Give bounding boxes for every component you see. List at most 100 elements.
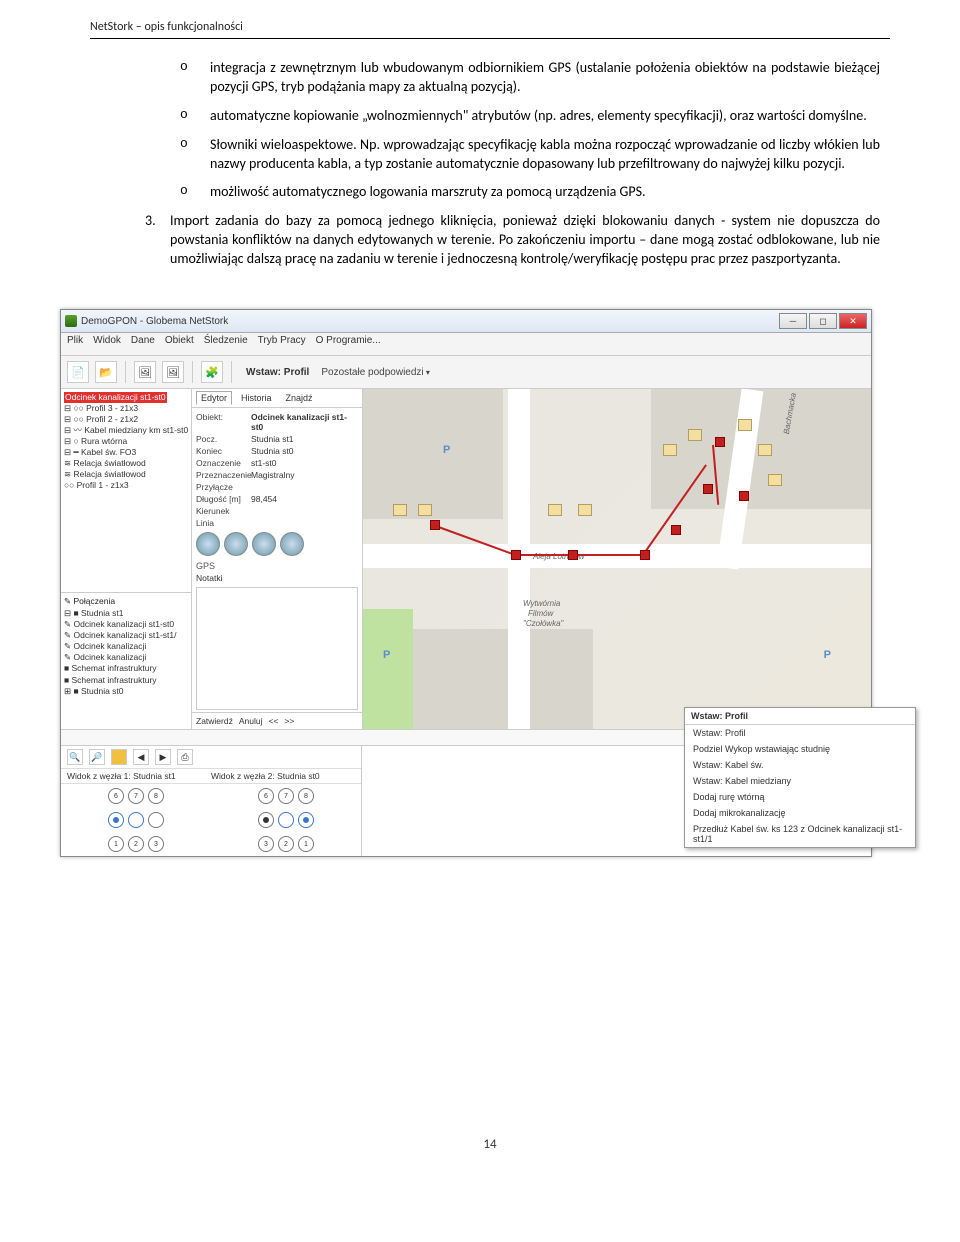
- tree-row[interactable]: ✎ Odcinek kanalizacji st1-st1/: [64, 630, 188, 641]
- duct-circle[interactable]: 8: [298, 788, 314, 804]
- context-menu-item[interactable]: Podziel Wykop wstawiając studnię: [685, 741, 915, 757]
- duct-circle[interactable]: [128, 812, 144, 828]
- toolbar-icon[interactable]: 🖼: [134, 361, 156, 383]
- node-title-1: Widok z węzła 1: Studnia st1: [67, 771, 211, 781]
- field-value[interactable]: 98,454: [251, 494, 358, 504]
- tab-edytor[interactable]: Edytor: [196, 391, 232, 405]
- arrow-right-icon[interactable]: ▶: [155, 749, 171, 765]
- menu-sledzenie[interactable]: Śledzenie: [204, 335, 248, 353]
- arrow-left-icon[interactable]: ◀: [133, 749, 149, 765]
- confirm-button[interactable]: Zatwierdź: [196, 716, 233, 726]
- duct-circle[interactable]: 3: [148, 836, 164, 852]
- context-menu-item[interactable]: Dodaj rurę wtórną: [685, 789, 915, 805]
- field-label: Długość [m]: [196, 494, 251, 504]
- tree-row[interactable]: ✎ Odcinek kanalizacji st1-st0: [64, 619, 188, 630]
- tree-row[interactable]: ⊟ ■ Studnia st1: [64, 608, 188, 619]
- menu-widok[interactable]: Widok: [93, 335, 121, 353]
- duct-circle[interactable]: [258, 812, 274, 828]
- toolbar-dropdown[interactable]: Pozostałe podpowiedzi: [321, 367, 430, 378]
- tree-row[interactable]: ○○ Profil 1 - z1x3: [64, 480, 188, 491]
- duct-circle[interactable]: 7: [128, 788, 144, 804]
- duct-circle[interactable]: 1: [298, 836, 314, 852]
- duct-circle[interactable]: 2: [128, 836, 144, 852]
- tab-historia[interactable]: Historia: [236, 391, 277, 405]
- toolbar-icon[interactable]: 🧩: [201, 361, 223, 383]
- print-icon[interactable]: ⎙: [177, 749, 193, 765]
- tree-row[interactable]: ⊟ ○○ Profil 2 - z1x2: [64, 414, 188, 425]
- tree-row[interactable]: ⊟ 〰 Kabel miedziany km st1-st0 0: [64, 425, 188, 436]
- tree-row[interactable]: ✎ Odcinek kanalizacji: [64, 641, 188, 652]
- tree-row[interactable]: ⊟ ○○ Profil 3 - z1x3: [64, 403, 188, 414]
- menu-dane[interactable]: Dane: [131, 335, 155, 353]
- toolbar-icon[interactable]: 📂: [95, 361, 117, 383]
- next-button[interactable]: >>: [284, 716, 294, 726]
- field-value[interactable]: [251, 506, 358, 516]
- duct-circle[interactable]: 7: [278, 788, 294, 804]
- tree-row[interactable]: ⊞ ■ Studnia st0: [64, 686, 188, 697]
- bullet-marker: o: [180, 107, 210, 126]
- tree-row[interactable]: ■ Schemat infrastruktury: [64, 663, 188, 674]
- duct-circle[interactable]: 1: [108, 836, 124, 852]
- field-value[interactable]: [251, 518, 358, 528]
- close-button[interactable]: ✕: [839, 313, 867, 329]
- maximize-button[interactable]: ◻: [809, 313, 837, 329]
- minimize-button[interactable]: ─: [779, 313, 807, 329]
- zoom-out-icon[interactable]: 🔎: [89, 749, 105, 765]
- factory-label: Wytwórnia: [523, 599, 560, 608]
- tree-row[interactable]: ■ Schemat infrastruktury: [64, 675, 188, 686]
- notes-textarea[interactable]: [196, 587, 358, 710]
- tab-znajdz[interactable]: Znajdź: [281, 391, 318, 405]
- globe-icon[interactable]: [224, 532, 248, 556]
- context-menu-item[interactable]: Wstaw: Kabel miedziany: [685, 773, 915, 789]
- field-label: Przeznaczenie: [196, 470, 251, 480]
- field-value[interactable]: Magistralny: [251, 470, 358, 480]
- number-marker: 3.: [145, 212, 170, 269]
- field-value[interactable]: Studnia st1: [251, 434, 358, 444]
- toolbar-icon[interactable]: 📄: [67, 361, 89, 383]
- tree-objects[interactable]: Odcinek kanalizacji st1-st0 ⊟ ○○ Profil …: [61, 389, 191, 593]
- context-menu-item[interactable]: Wstaw: Profil: [685, 725, 915, 741]
- window-title: DemoGPON - Globema NetStork: [81, 316, 228, 327]
- tree-connections[interactable]: ✎ Połączenia ⊟ ■ Studnia st1 ✎ Odcinek k…: [61, 593, 191, 729]
- prev-button[interactable]: <<: [268, 716, 278, 726]
- duct-circle[interactable]: [108, 812, 124, 828]
- tree-row[interactable]: ⊟ ━ Kabel św. FO3: [64, 447, 188, 458]
- field-label: Przyłącze: [196, 482, 251, 492]
- tree-row[interactable]: ≋ Relacja światłowod: [64, 469, 188, 480]
- duct-circle[interactable]: 6: [108, 788, 124, 804]
- field-value[interactable]: st1-st0: [251, 458, 358, 468]
- duct-circle[interactable]: 3: [258, 836, 274, 852]
- duct-circle[interactable]: 6: [258, 788, 274, 804]
- context-menu-item[interactable]: Dodaj mikrokanalizację: [685, 805, 915, 821]
- map-canvas[interactable]: Aleja Lotników Bachmacka Wytwórnia Filmó…: [363, 389, 871, 729]
- page-number: 14: [90, 1137, 890, 1152]
- context-menu-item[interactable]: Wstaw: Kabel św.: [685, 757, 915, 773]
- globe-icon[interactable]: [196, 532, 220, 556]
- field-value: Odcinek kanalizacji st1-st0: [251, 412, 358, 432]
- globe-icon[interactable]: [252, 532, 276, 556]
- duct-circle[interactable]: 8: [148, 788, 164, 804]
- menu-obiekt[interactable]: Obiekt: [165, 335, 194, 353]
- tree-row[interactable]: ⊟ ○ Rura wtórna: [64, 436, 188, 447]
- color-icon[interactable]: [111, 749, 127, 765]
- field-label: Pocz.: [196, 434, 251, 444]
- sub-bullet-list: ointegracja z zewnętrznym lub wbudowanym…: [180, 59, 880, 202]
- duct-circle[interactable]: [298, 812, 314, 828]
- duct-circle[interactable]: 2: [278, 836, 294, 852]
- field-value[interactable]: Studnia st0: [251, 446, 358, 456]
- tree-selected[interactable]: Odcinek kanalizacji st1-st0: [64, 392, 167, 403]
- duct-circle[interactable]: [148, 812, 164, 828]
- tree-row[interactable]: ≋ Relacja światłowod: [64, 458, 188, 469]
- context-menu-item[interactable]: Przedłuż Kabel św. ks 123 z Odcinek kana…: [685, 821, 915, 847]
- zoom-in-icon[interactable]: 🔍: [67, 749, 83, 765]
- menu-plik[interactable]: Plik: [67, 335, 83, 353]
- menu-oprogramie[interactable]: O Programie...: [316, 335, 381, 353]
- bullet-text: integracja z zewnętrznym lub wbudowanym …: [210, 59, 880, 97]
- cancel-button[interactable]: Anuluj: [239, 716, 263, 726]
- menu-trybpracy[interactable]: Tryb Pracy: [258, 335, 306, 353]
- toolbar-icon[interactable]: 🖼: [162, 361, 184, 383]
- duct-circle[interactable]: [278, 812, 294, 828]
- globe-icon[interactable]: [280, 532, 304, 556]
- field-value[interactable]: [251, 482, 358, 492]
- tree-row[interactable]: ✎ Odcinek kanalizacji: [64, 652, 188, 663]
